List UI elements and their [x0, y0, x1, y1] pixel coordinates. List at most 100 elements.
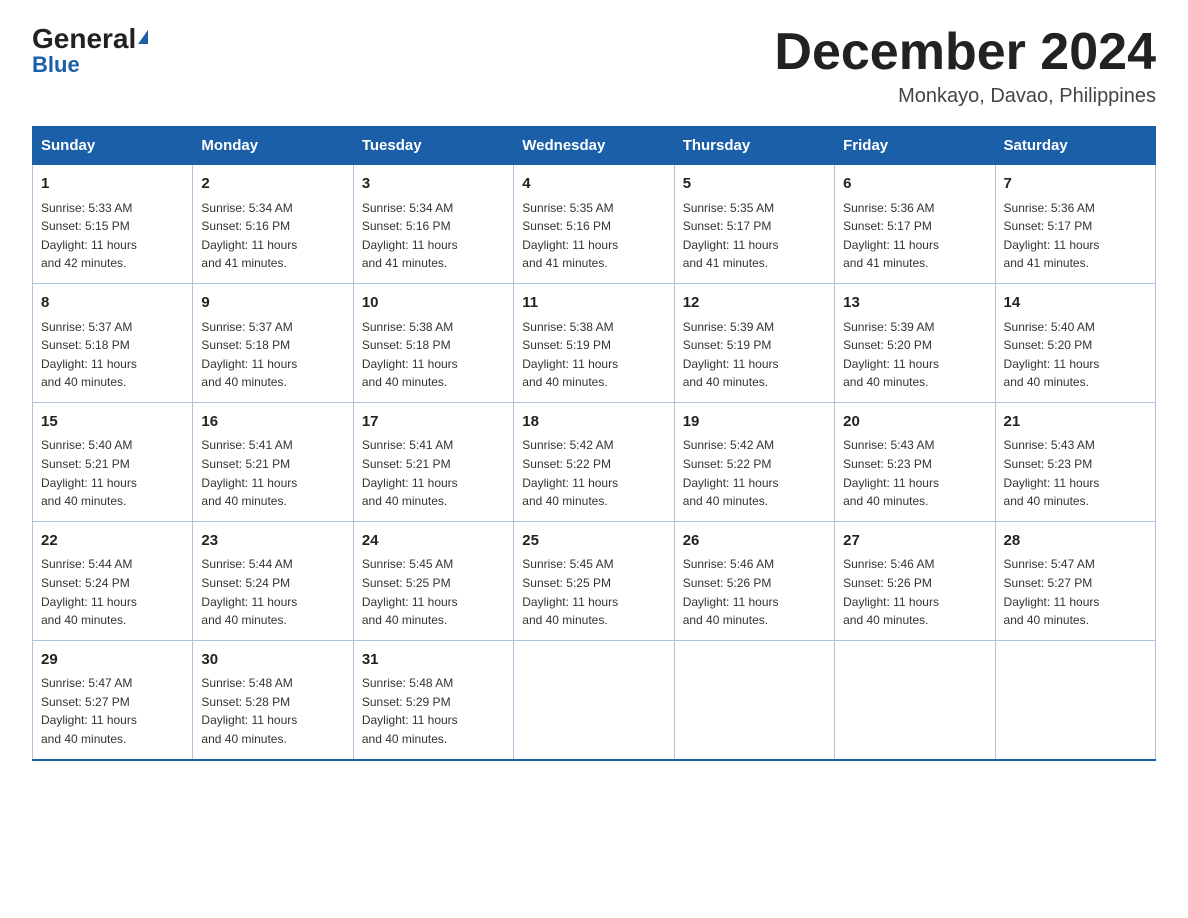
calendar-cell: 29 Sunrise: 5:47 AMSunset: 5:27 PMDaylig…: [33, 640, 193, 759]
calendar-cell: 21 Sunrise: 5:43 AMSunset: 5:23 PMDaylig…: [995, 402, 1155, 521]
calendar-cell: 11 Sunrise: 5:38 AMSunset: 5:19 PMDaylig…: [514, 284, 674, 403]
day-info: Sunrise: 5:40 AMSunset: 5:21 PMDaylight:…: [41, 436, 184, 510]
day-info: Sunrise: 5:37 AMSunset: 5:18 PMDaylight:…: [41, 318, 184, 392]
day-info: Sunrise: 5:44 AMSunset: 5:24 PMDaylight:…: [41, 555, 184, 629]
day-number: 7: [1004, 173, 1147, 196]
calendar-cell: 17 Sunrise: 5:41 AMSunset: 5:21 PMDaylig…: [353, 402, 513, 521]
calendar-cell: 25 Sunrise: 5:45 AMSunset: 5:25 PMDaylig…: [514, 521, 674, 640]
day-number: 28: [1004, 530, 1147, 553]
day-header-tuesday: Tuesday: [353, 127, 513, 165]
title-area: December 2024 Monkayo, Davao, Philippine…: [774, 24, 1156, 108]
calendar-cell: 26 Sunrise: 5:46 AMSunset: 5:26 PMDaylig…: [674, 521, 834, 640]
day-number: 24: [362, 530, 505, 553]
day-number: 10: [362, 292, 505, 315]
page-header: General Blue December 2024 Monkayo, Dava…: [32, 24, 1156, 108]
calendar-week-row: 1 Sunrise: 5:33 AMSunset: 5:15 PMDayligh…: [33, 165, 1156, 284]
calendar-header: SundayMondayTuesdayWednesdayThursdayFrid…: [33, 127, 1156, 165]
day-info: Sunrise: 5:34 AMSunset: 5:16 PMDaylight:…: [201, 199, 344, 273]
calendar-cell: 31 Sunrise: 5:48 AMSunset: 5:29 PMDaylig…: [353, 640, 513, 759]
day-number: 23: [201, 530, 344, 553]
day-header-wednesday: Wednesday: [514, 127, 674, 165]
calendar-cell: 22 Sunrise: 5:44 AMSunset: 5:24 PMDaylig…: [33, 521, 193, 640]
calendar-cell: 20 Sunrise: 5:43 AMSunset: 5:23 PMDaylig…: [835, 402, 995, 521]
day-number: 19: [683, 411, 826, 434]
day-header-thursday: Thursday: [674, 127, 834, 165]
calendar-cell: 4 Sunrise: 5:35 AMSunset: 5:16 PMDayligh…: [514, 165, 674, 284]
day-header-saturday: Saturday: [995, 127, 1155, 165]
calendar-cell: 30 Sunrise: 5:48 AMSunset: 5:28 PMDaylig…: [193, 640, 353, 759]
day-info: Sunrise: 5:46 AMSunset: 5:26 PMDaylight:…: [843, 555, 986, 629]
day-info: Sunrise: 5:36 AMSunset: 5:17 PMDaylight:…: [1004, 199, 1147, 273]
calendar-cell: 7 Sunrise: 5:36 AMSunset: 5:17 PMDayligh…: [995, 165, 1155, 284]
day-number: 6: [843, 173, 986, 196]
calendar-cell: 23 Sunrise: 5:44 AMSunset: 5:24 PMDaylig…: [193, 521, 353, 640]
day-info: Sunrise: 5:39 AMSunset: 5:19 PMDaylight:…: [683, 318, 826, 392]
day-info: Sunrise: 5:35 AMSunset: 5:16 PMDaylight:…: [522, 199, 665, 273]
calendar-cell: [674, 640, 834, 759]
day-info: Sunrise: 5:47 AMSunset: 5:27 PMDaylight:…: [41, 674, 184, 748]
day-number: 2: [201, 173, 344, 196]
calendar-cell: 9 Sunrise: 5:37 AMSunset: 5:18 PMDayligh…: [193, 284, 353, 403]
calendar-week-row: 15 Sunrise: 5:40 AMSunset: 5:21 PMDaylig…: [33, 402, 1156, 521]
logo: General Blue: [32, 24, 148, 77]
logo-triangle-icon: [138, 30, 148, 44]
calendar-cell: 13 Sunrise: 5:39 AMSunset: 5:20 PMDaylig…: [835, 284, 995, 403]
day-number: 16: [201, 411, 344, 434]
calendar-cell: 6 Sunrise: 5:36 AMSunset: 5:17 PMDayligh…: [835, 165, 995, 284]
days-of-week-row: SundayMondayTuesdayWednesdayThursdayFrid…: [33, 127, 1156, 165]
day-info: Sunrise: 5:47 AMSunset: 5:27 PMDaylight:…: [1004, 555, 1147, 629]
month-title: December 2024: [774, 24, 1156, 81]
logo-top: General: [32, 24, 148, 55]
day-number: 21: [1004, 411, 1147, 434]
day-number: 22: [41, 530, 184, 553]
day-info: Sunrise: 5:41 AMSunset: 5:21 PMDaylight:…: [201, 436, 344, 510]
calendar-cell: [995, 640, 1155, 759]
calendar-cell: 28 Sunrise: 5:47 AMSunset: 5:27 PMDaylig…: [995, 521, 1155, 640]
day-info: Sunrise: 5:46 AMSunset: 5:26 PMDaylight:…: [683, 555, 826, 629]
day-info: Sunrise: 5:42 AMSunset: 5:22 PMDaylight:…: [683, 436, 826, 510]
calendar-week-row: 8 Sunrise: 5:37 AMSunset: 5:18 PMDayligh…: [33, 284, 1156, 403]
calendar-cell: 27 Sunrise: 5:46 AMSunset: 5:26 PMDaylig…: [835, 521, 995, 640]
calendar-cell: 12 Sunrise: 5:39 AMSunset: 5:19 PMDaylig…: [674, 284, 834, 403]
calendar-week-row: 22 Sunrise: 5:44 AMSunset: 5:24 PMDaylig…: [33, 521, 1156, 640]
calendar-week-row: 29 Sunrise: 5:47 AMSunset: 5:27 PMDaylig…: [33, 640, 1156, 759]
day-info: Sunrise: 5:42 AMSunset: 5:22 PMDaylight:…: [522, 436, 665, 510]
day-info: Sunrise: 5:37 AMSunset: 5:18 PMDaylight:…: [201, 318, 344, 392]
day-info: Sunrise: 5:36 AMSunset: 5:17 PMDaylight:…: [843, 199, 986, 273]
day-number: 27: [843, 530, 986, 553]
calendar-cell: 2 Sunrise: 5:34 AMSunset: 5:16 PMDayligh…: [193, 165, 353, 284]
day-number: 17: [362, 411, 505, 434]
day-number: 13: [843, 292, 986, 315]
day-number: 14: [1004, 292, 1147, 315]
day-number: 25: [522, 530, 665, 553]
day-number: 29: [41, 649, 184, 672]
calendar-cell: 18 Sunrise: 5:42 AMSunset: 5:22 PMDaylig…: [514, 402, 674, 521]
day-number: 4: [522, 173, 665, 196]
calendar-cell: 19 Sunrise: 5:42 AMSunset: 5:22 PMDaylig…: [674, 402, 834, 521]
day-number: 20: [843, 411, 986, 434]
calendar-table: SundayMondayTuesdayWednesdayThursdayFrid…: [32, 126, 1156, 760]
day-number: 15: [41, 411, 184, 434]
day-info: Sunrise: 5:34 AMSunset: 5:16 PMDaylight:…: [362, 199, 505, 273]
day-number: 5: [683, 173, 826, 196]
day-header-monday: Monday: [193, 127, 353, 165]
calendar-cell: 1 Sunrise: 5:33 AMSunset: 5:15 PMDayligh…: [33, 165, 193, 284]
calendar-cell: 24 Sunrise: 5:45 AMSunset: 5:25 PMDaylig…: [353, 521, 513, 640]
calendar-cell: 15 Sunrise: 5:40 AMSunset: 5:21 PMDaylig…: [33, 402, 193, 521]
day-info: Sunrise: 5:33 AMSunset: 5:15 PMDaylight:…: [41, 199, 184, 273]
day-info: Sunrise: 5:44 AMSunset: 5:24 PMDaylight:…: [201, 555, 344, 629]
logo-bottom: Blue: [32, 53, 148, 77]
calendar-cell: 3 Sunrise: 5:34 AMSunset: 5:16 PMDayligh…: [353, 165, 513, 284]
day-number: 11: [522, 292, 665, 315]
day-info: Sunrise: 5:40 AMSunset: 5:20 PMDaylight:…: [1004, 318, 1147, 392]
calendar-cell: 10 Sunrise: 5:38 AMSunset: 5:18 PMDaylig…: [353, 284, 513, 403]
day-info: Sunrise: 5:35 AMSunset: 5:17 PMDaylight:…: [683, 199, 826, 273]
day-header-friday: Friday: [835, 127, 995, 165]
calendar-cell: 14 Sunrise: 5:40 AMSunset: 5:20 PMDaylig…: [995, 284, 1155, 403]
day-info: Sunrise: 5:38 AMSunset: 5:18 PMDaylight:…: [362, 318, 505, 392]
day-number: 18: [522, 411, 665, 434]
day-number: 12: [683, 292, 826, 315]
calendar-cell: [835, 640, 995, 759]
day-info: Sunrise: 5:39 AMSunset: 5:20 PMDaylight:…: [843, 318, 986, 392]
day-number: 3: [362, 173, 505, 196]
